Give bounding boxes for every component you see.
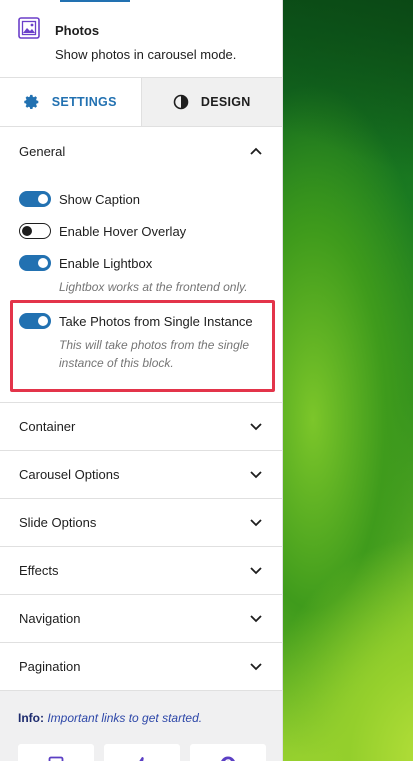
section-effects-label: Effects [19, 563, 59, 578]
single-instance-label: Take Photos from Single Instance [59, 313, 253, 329]
general-title: General [19, 143, 66, 159]
info-message: Important links to get started. [47, 711, 203, 725]
section-slide-options-label: Slide Options [19, 515, 97, 530]
video-link-card[interactable] [18, 744, 94, 761]
question-icon [221, 756, 235, 761]
tab-settings-label: SETTINGS [51, 95, 117, 109]
block-card: Photos Show photos in carousel mode. [0, 0, 282, 78]
single-instance-help-1: This will take photos from the single [59, 338, 250, 352]
lightbox-toggle[interactable] [19, 255, 51, 271]
feedback-link-card[interactable] [104, 744, 180, 761]
section-container-label: Container [19, 419, 76, 434]
chevron-down-icon [250, 518, 262, 526]
half-circle-icon [173, 94, 189, 110]
tab-settings[interactable]: SETTINGS [0, 78, 142, 126]
block-settings-panel: Photos Show photos in carousel mode. SET… [0, 0, 283, 761]
hover-overlay-row: Enable Hover Overlay [19, 223, 186, 239]
info-label: Info: [18, 711, 44, 725]
section-container[interactable]: Container [0, 403, 282, 451]
info-cards [18, 744, 266, 761]
section-effects[interactable]: Effects [0, 547, 282, 595]
chevron-down-icon [250, 566, 262, 574]
hover-overlay-toggle[interactable] [19, 223, 51, 239]
block-description: Show photos in carousel mode. [55, 47, 237, 62]
section-carousel-options-label: Carousel Options [19, 467, 120, 482]
section-pagination[interactable]: Pagination [0, 643, 282, 691]
chevron-down-icon [250, 470, 262, 478]
chevron-up-icon [250, 147, 262, 155]
info-area: Info: Important links to get started. [0, 691, 282, 761]
hover-overlay-label: Enable Hover Overlay [59, 223, 187, 239]
lightbox-label: Enable Lightbox [59, 255, 153, 271]
lightbox-help-text: Lightbox works at the frontend only. [59, 280, 248, 294]
section-carousel-options[interactable]: Carousel Options [0, 451, 282, 499]
general-section-body: Show Caption Enable Hover Overlay Enable… [0, 175, 282, 403]
info-text: Info: Important links to get started. [18, 711, 202, 725]
photos-block-icon [18, 17, 40, 39]
section-navigation-label: Navigation [19, 611, 81, 626]
help-link-card[interactable] [190, 744, 266, 761]
panel-tabs: SETTINGS DESIGN [0, 78, 282, 127]
show-caption-label: Show Caption [59, 191, 140, 207]
lightbox-row: Enable Lightbox [19, 255, 152, 271]
chevron-down-icon [250, 614, 262, 622]
show-caption-toggle[interactable] [19, 191, 51, 207]
single-instance-row: Take Photos from Single Instance [19, 313, 253, 329]
video-icon [48, 756, 64, 761]
section-pagination-label: Pagination [19, 659, 81, 674]
tab-design-label: DESIGN [200, 95, 251, 109]
editor-canvas-background [283, 0, 413, 761]
single-instance-help-2: instance of this block. [59, 356, 174, 370]
gear-icon [24, 94, 39, 109]
general-section-header[interactable]: General [0, 127, 282, 175]
section-navigation[interactable]: Navigation [0, 595, 282, 643]
single-instance-toggle[interactable] [19, 313, 51, 329]
show-caption-row: Show Caption [19, 191, 140, 207]
section-slide-options[interactable]: Slide Options [0, 499, 282, 547]
chevron-down-icon [250, 422, 262, 430]
chevron-down-icon [250, 662, 262, 670]
thumbs-up-icon [139, 757, 144, 761]
tab-design[interactable]: DESIGN [141, 78, 282, 126]
block-title: Photos [55, 23, 100, 38]
